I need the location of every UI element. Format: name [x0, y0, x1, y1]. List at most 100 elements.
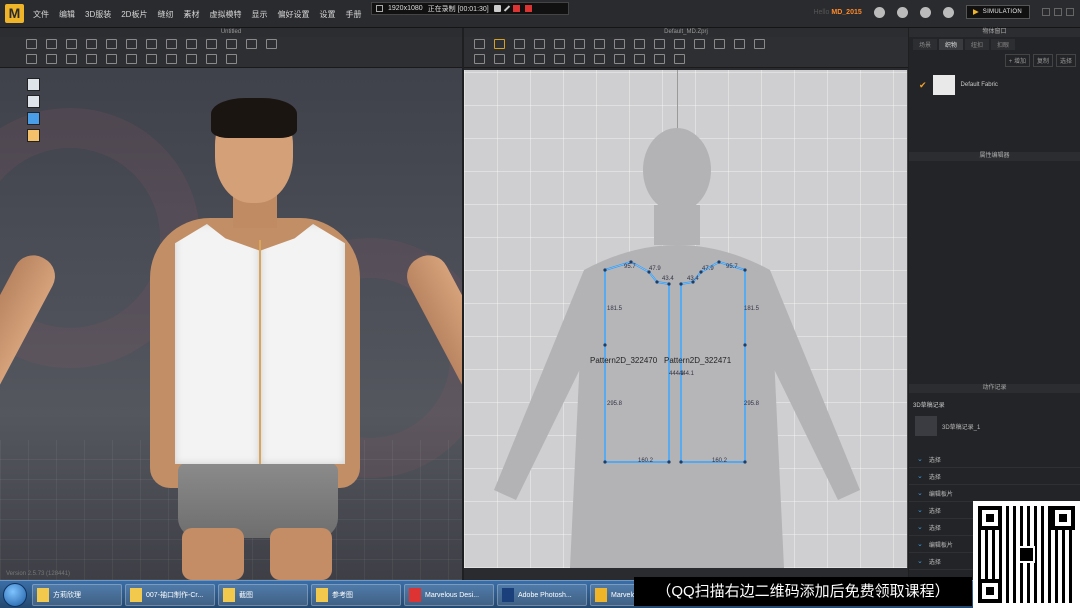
edit-sewing-icon[interactable]	[514, 54, 525, 64]
history-item[interactable]: ⌄ 选择	[909, 468, 1080, 485]
fabric-grain-icon[interactable]	[754, 39, 765, 49]
rotate-icon[interactable]	[106, 39, 117, 49]
menu-manual[interactable]: 手册	[345, 9, 361, 20]
history-item[interactable]: ⌄ 编辑板片	[909, 485, 1080, 502]
tab-fabric[interactable]: 织物	[939, 39, 964, 50]
brush-icon[interactable]	[266, 39, 277, 49]
user-icon[interactable]	[896, 6, 908, 18]
taskbar-item[interactable]: 截图	[218, 584, 308, 606]
garment-view-icon[interactable]	[27, 78, 40, 91]
point-icon[interactable]	[126, 54, 137, 64]
fabric-list-item[interactable]: ✔ Default Fabric	[909, 69, 1080, 101]
steam-icon[interactable]	[246, 39, 257, 49]
3d-viewport[interactable]: Untitled Version 2.5.73 (128441)	[0, 28, 462, 580]
taskbar-item[interactable]: Marvelous Desi...	[404, 584, 494, 606]
fold-line-icon[interactable]	[734, 39, 745, 49]
arrange-icon[interactable]	[166, 39, 177, 49]
measure-icon[interactable]	[66, 54, 77, 64]
tab-buttonhole[interactable]: 扣眼	[991, 39, 1016, 50]
simulation-button[interactable]: SIMULATION	[965, 5, 1030, 19]
walk-icon[interactable]	[26, 54, 37, 64]
check-sewing-icon[interactable]	[534, 54, 545, 64]
select-icon[interactable]	[26, 39, 37, 49]
free-sewing-icon[interactable]	[494, 54, 505, 64]
edit-curve-icon[interactable]	[514, 39, 525, 49]
stop-icon[interactable]	[524, 5, 532, 12]
avatar-figure[interactable]	[0, 28, 462, 580]
transform-pattern-icon[interactable]	[474, 39, 485, 49]
topstitch-icon[interactable]	[594, 54, 605, 64]
tape-icon[interactable]	[46, 54, 57, 64]
menu-file[interactable]: 文件	[33, 9, 49, 20]
menu-3d-garment[interactable]: 3D服装	[85, 9, 111, 20]
start-button[interactable]	[3, 583, 27, 607]
zipper-icon[interactable]	[674, 54, 685, 64]
menu-display[interactable]: 显示	[251, 9, 267, 20]
internal-circle-icon[interactable]	[694, 39, 705, 49]
garment-panel-left[interactable]	[175, 224, 259, 464]
2d-scrollbar[interactable]	[907, 70, 908, 568]
graphic-icon[interactable]	[574, 54, 585, 64]
add-point-icon[interactable]	[554, 39, 565, 49]
pleat-icon[interactable]	[614, 54, 625, 64]
tack-icon[interactable]	[226, 39, 237, 49]
menu-2d-pattern[interactable]: 2D板片	[121, 9, 147, 20]
cut-icon[interactable]	[186, 39, 197, 49]
avatar-view-icon[interactable]	[27, 95, 40, 108]
pin-icon[interactable]	[126, 39, 137, 49]
dot-icon[interactable]	[146, 54, 157, 64]
tab-scene[interactable]: 场景	[913, 39, 938, 50]
speaker-icon[interactable]	[873, 6, 885, 18]
menu-settings[interactable]: 设置	[319, 9, 335, 20]
tab-button[interactable]: 纽扣	[965, 39, 990, 50]
menu-materials[interactable]: 素材	[183, 9, 199, 20]
settings-icon[interactable]	[942, 6, 954, 18]
circle-icon[interactable]	[634, 39, 645, 49]
app-logo[interactable]: M	[5, 4, 24, 23]
buttonhole-icon[interactable]	[654, 54, 665, 64]
taskbar-item[interactable]: 方莉欣理	[32, 584, 122, 606]
garment-panel-right[interactable]	[261, 224, 345, 464]
taskbar-item[interactable]: Adobe Photosh...	[497, 584, 587, 606]
internal-rect-icon[interactable]	[674, 39, 685, 49]
button-icon[interactable]	[634, 54, 645, 64]
internal-polygon-icon[interactable]	[654, 39, 665, 49]
taskbar-item[interactable]: 007-袖口制作-Cr...	[125, 584, 215, 606]
select-fabric-button[interactable]: 选择	[1055, 54, 1076, 67]
history-item[interactable]: ⌄ 选择	[909, 451, 1080, 468]
pen-icon[interactable]	[503, 5, 510, 12]
maximize-icon[interactable]	[1054, 8, 1062, 16]
move-icon[interactable]	[46, 39, 57, 49]
skin-view-icon[interactable]	[27, 129, 40, 142]
segment-icon[interactable]	[206, 39, 217, 49]
strengthen-icon[interactable]	[106, 54, 117, 64]
scale-icon[interactable]	[86, 39, 97, 49]
menu-preferences[interactable]: 偏好设置	[277, 9, 309, 20]
pause-icon[interactable]	[512, 5, 520, 12]
camera-icon[interactable]	[493, 5, 501, 12]
arrows-icon[interactable]	[226, 54, 237, 64]
close-icon[interactable]	[1066, 8, 1074, 16]
pattern-canvas[interactable]: 95.7 47.9 43.4 181.5 295.8 160.2 444.1 P…	[464, 70, 907, 568]
segment-sewing-icon[interactable]	[474, 54, 485, 64]
copy-fabric-button[interactable]: 复制	[1032, 54, 1053, 67]
trace-icon[interactable]	[574, 39, 585, 49]
rectangle-icon[interactable]	[614, 39, 625, 49]
history-thumb-row[interactable]: 3D草稿记录_1	[915, 416, 980, 436]
minimize-icon[interactable]	[1042, 8, 1050, 16]
menu-avatar[interactable]: 虚拟模特	[209, 9, 241, 20]
polygon-icon[interactable]	[594, 39, 605, 49]
line-icon[interactable]	[166, 54, 177, 64]
text-icon[interactable]	[206, 54, 217, 64]
curve-point-icon[interactable]	[534, 39, 545, 49]
add-fabric-button[interactable]: + 增加	[1004, 54, 1030, 67]
texture-icon[interactable]	[554, 54, 565, 64]
taskbar-item[interactable]: 参考图	[311, 584, 401, 606]
help-icon[interactable]	[919, 6, 931, 18]
shrink-icon[interactable]	[86, 54, 97, 64]
menu-edit[interactable]: 编辑	[59, 9, 75, 20]
menu-sewing[interactable]: 缝纫	[157, 9, 173, 20]
dart-icon[interactable]	[714, 39, 725, 49]
edit-pattern-icon[interactable]	[494, 39, 505, 49]
layer-view-icon[interactable]	[27, 112, 40, 125]
